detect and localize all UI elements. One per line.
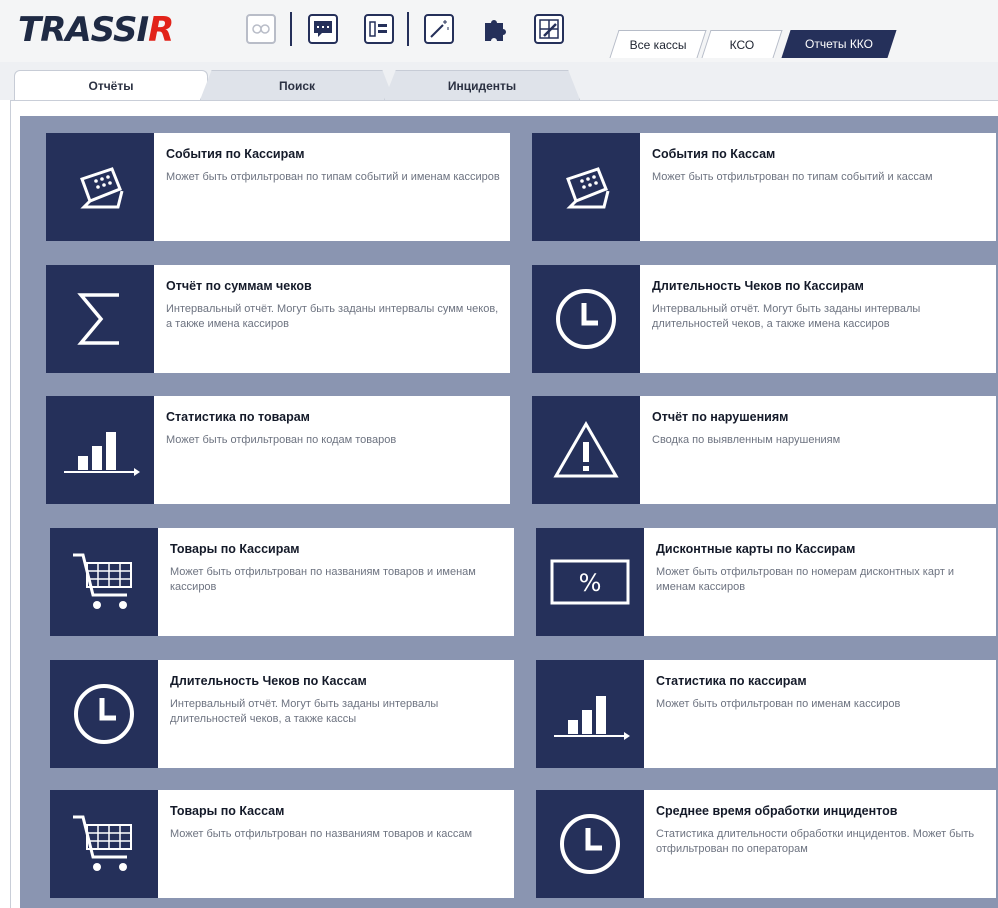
report-card[interactable]: Статистика по кассирам Может быть отфильт… [536, 660, 996, 768]
svg-text:%: % [579, 569, 602, 597]
clock-icon [50, 660, 158, 768]
chat-icon[interactable] [308, 14, 338, 44]
bar-chart-icon [536, 660, 644, 768]
report-description: Интервальный отчёт. Могут быть заданы ин… [166, 303, 499, 330]
cart-icon [50, 790, 158, 898]
percent-icon: % [536, 528, 644, 636]
report-card[interactable]: Товары по Кассам Может быть отфильтрован … [50, 790, 514, 898]
report-title: Длительность Чеков по Кассам [170, 674, 367, 688]
report-description: Может быть отфильтрован по типам событий… [652, 171, 933, 183]
report-description: Может быть отфильтрован по названиям тов… [170, 566, 476, 593]
report-card[interactable]: Статистика по товарам Может быть отфильтр… [46, 396, 510, 504]
app-logo: TRASSIR [18, 10, 174, 50]
tab-kko-reports[interactable]: Отчеты ККО [781, 30, 897, 58]
clock-icon [536, 790, 644, 898]
report-description: Может быть отфильтрован по названиям тов… [170, 828, 473, 840]
report-title: Отчёт по нарушениям [652, 410, 789, 424]
warning-icon [532, 396, 640, 504]
toolbar-separator [407, 12, 409, 46]
magic-wand-icon[interactable] [424, 14, 454, 44]
tab-all-registers[interactable]: Все кассы [609, 30, 707, 58]
report-card[interactable]: События по Кассирам Может быть отфильтров… [46, 133, 510, 241]
report-card[interactable]: Среднее время обработки инцидентов Статис… [536, 790, 996, 898]
report-description: Сводка по выявленным нарушениям [652, 434, 841, 446]
report-title: Дисконтные карты по Кассирам [656, 542, 856, 556]
report-description: Может быть отфильтрован по именам кассир… [656, 698, 901, 710]
sub-tab-bar: Отчёты Поиск Инциденты [0, 62, 998, 100]
report-title: Товары по Кассирам [170, 542, 300, 556]
layout-icon[interactable] [364, 14, 394, 44]
report-card[interactable]: События по Кассам Может быть отфильтрован… [532, 133, 996, 241]
report-title: Длительность Чеков по Кассирам [652, 279, 864, 293]
report-title: События по Кассирам [166, 147, 305, 161]
report-card[interactable]: Отчёт по нарушениям Сводка по выявленным … [532, 396, 996, 504]
camera-group-icon[interactable] [246, 14, 276, 44]
report-card[interactable]: Длительность Чеков по Кассирам Интервальн… [532, 265, 996, 373]
top-toolbar: TRASSIR Все кассы КСО Отчеты ККО [0, 0, 998, 62]
report-title: Отчёт по суммам чеков [166, 279, 312, 293]
report-description: Статистика длительности обработки инциде… [656, 828, 975, 855]
tab-reports[interactable]: Отчёты [14, 70, 208, 100]
sigma-icon [46, 265, 154, 373]
report-card[interactable]: Товары по Кассирам Может быть отфильтрова… [50, 528, 514, 636]
tab-search[interactable]: Поиск [200, 70, 394, 100]
report-card[interactable]: % Дисконтные карты по Кассирам Может быть… [536, 528, 996, 636]
tab-incidents[interactable]: Инциденты [384, 70, 580, 100]
toolbar-separator [290, 12, 292, 46]
report-title: Статистика по кассирам [656, 674, 807, 688]
report-description: Может быть отфильтрован по типам событий… [166, 171, 500, 183]
report-description: Интервальный отчёт. Могут быть заданы ин… [652, 303, 921, 330]
clock-icon [532, 265, 640, 373]
report-card[interactable]: Отчёт по суммам чеков Интервальный отчёт.… [46, 265, 510, 373]
bar-chart-icon [46, 396, 154, 504]
cart-icon [50, 528, 158, 636]
cash-register-icon [532, 133, 640, 241]
report-description: Может быть отфильтрован по номерам диско… [656, 566, 955, 593]
report-title: Среднее время обработки инцидентов [656, 804, 898, 818]
tab-kso[interactable]: КСО [701, 30, 783, 58]
report-title: Статистика по товарам [166, 410, 310, 424]
puzzle-icon[interactable] [480, 14, 510, 44]
cash-register-icon [46, 133, 154, 241]
report-title: События по Кассам [652, 147, 776, 161]
edit-layout-icon[interactable] [534, 14, 564, 44]
report-title: Товары по Кассам [170, 804, 285, 818]
report-description: Может быть отфильтрован по кодам товаров [166, 434, 397, 446]
report-description: Интервальный отчёт. Могут быть заданы ин… [170, 698, 439, 725]
report-card[interactable]: Длительность Чеков по Кассам Интервальный… [50, 660, 514, 768]
